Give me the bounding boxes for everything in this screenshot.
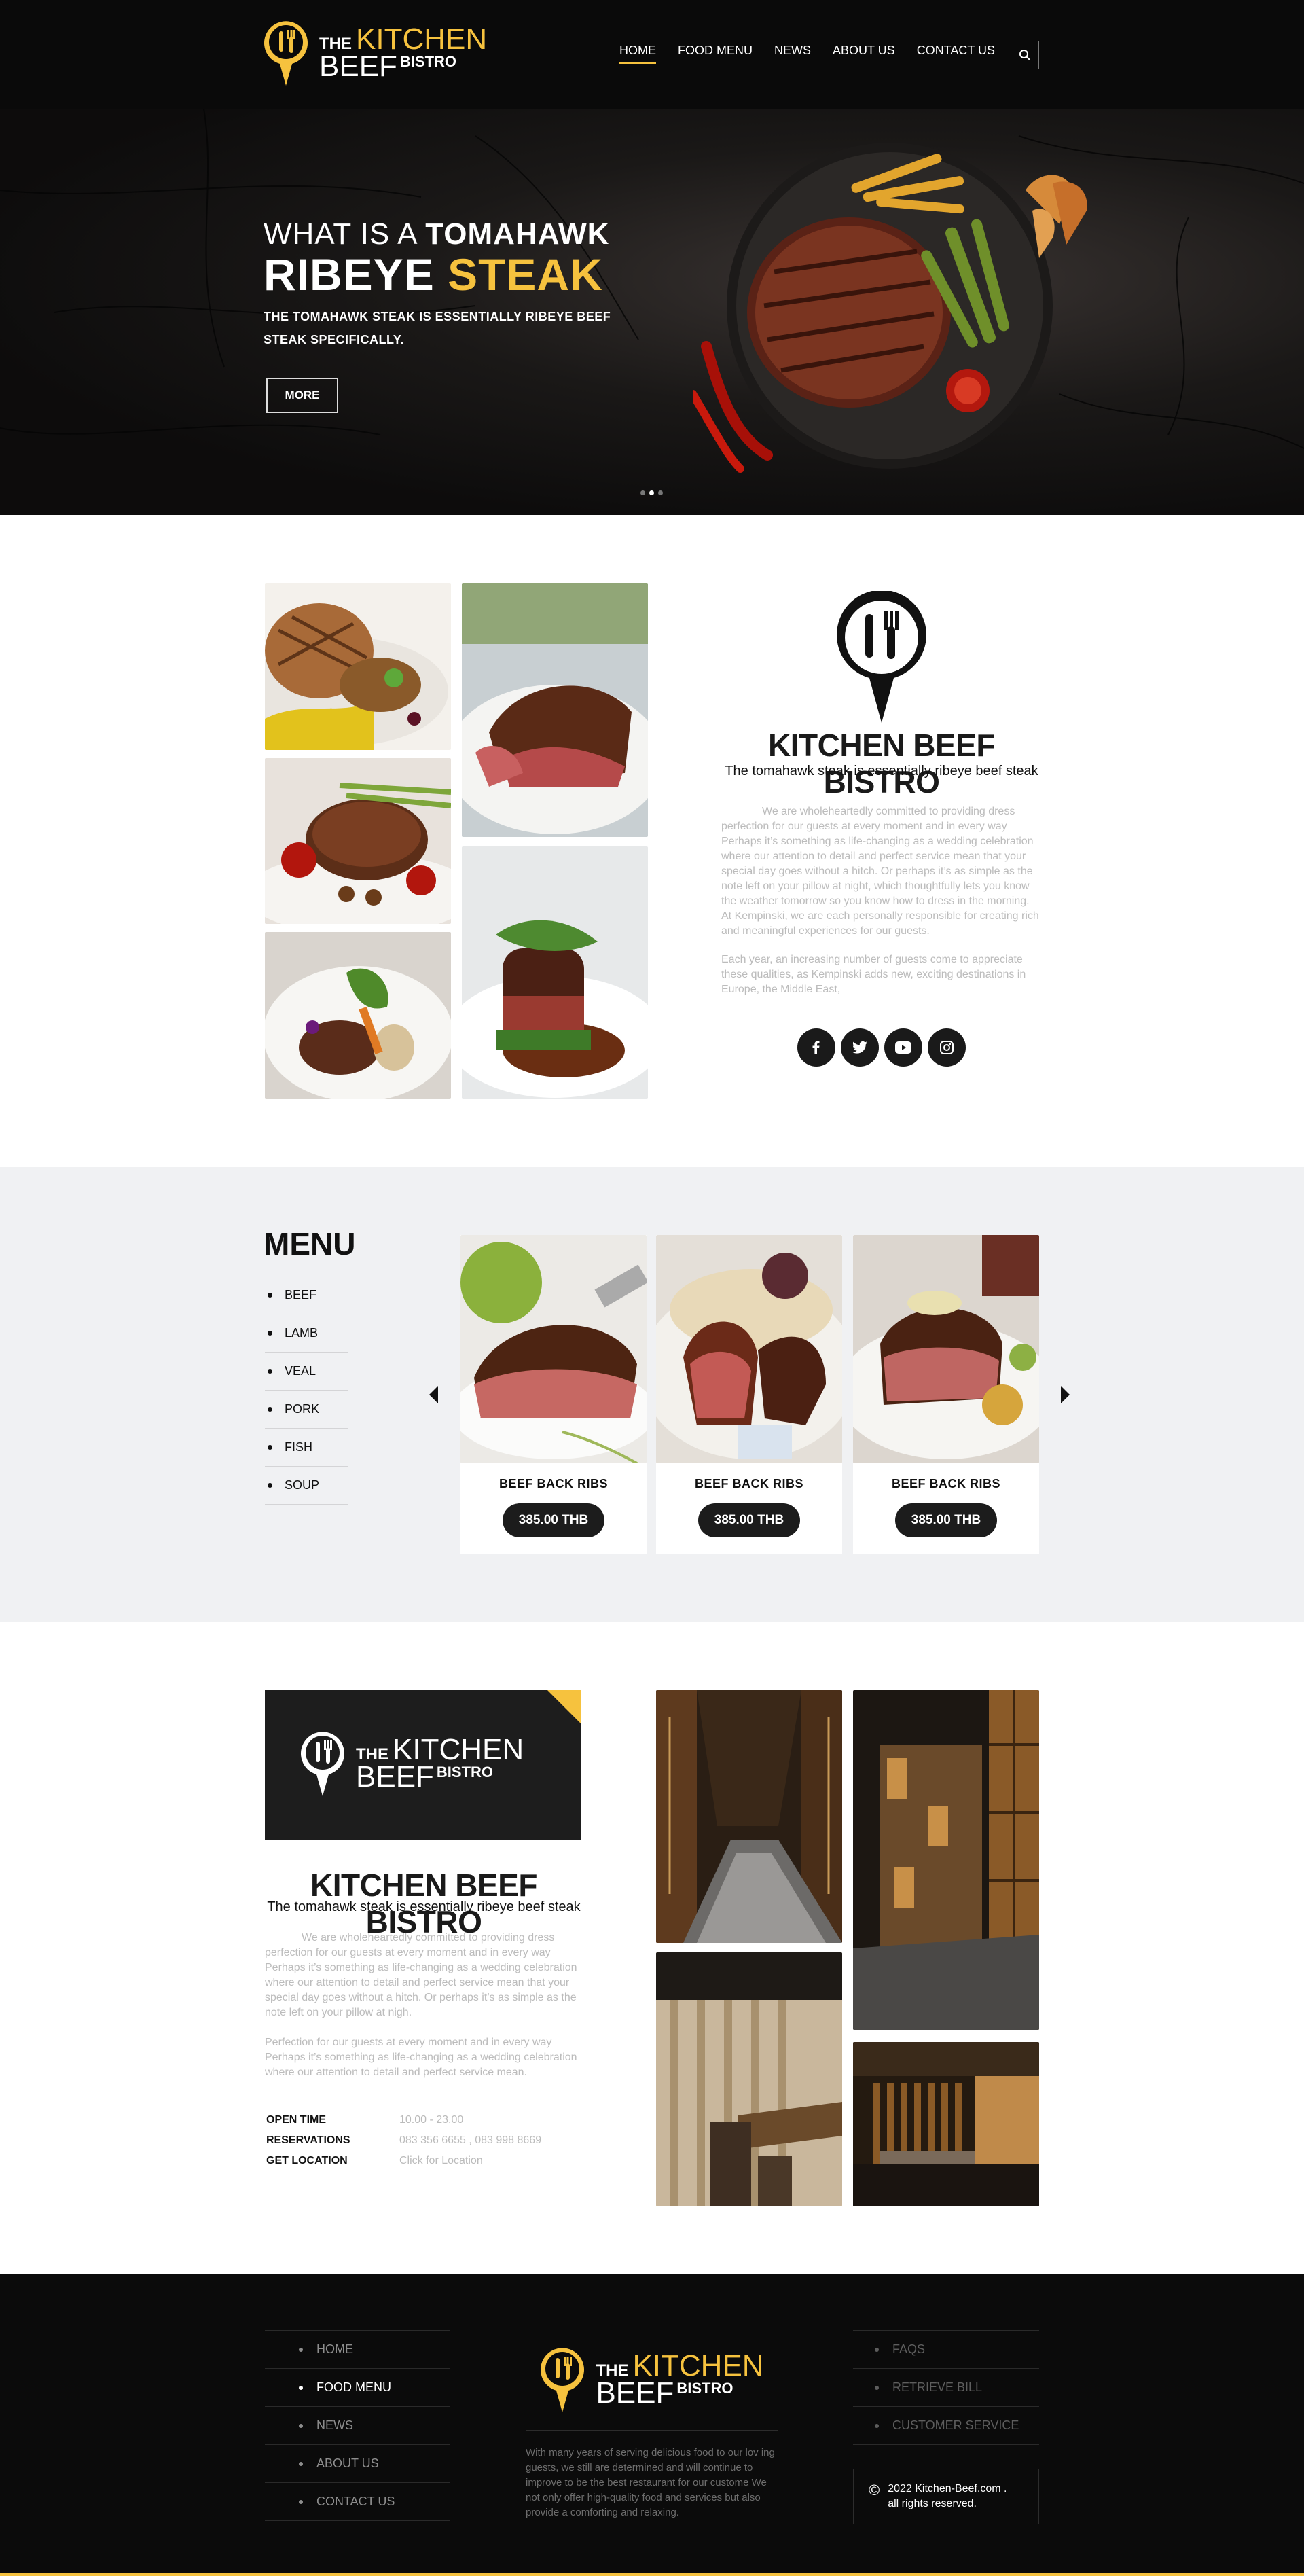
copyright-box: © 2022 Kitchen-Beef.com . all rights res… [853, 2469, 1039, 2524]
menu-section [0, 1167, 1304, 1622]
brand-bistro: BISTRO [399, 53, 457, 70]
menu-item-photo [853, 1235, 1039, 1463]
footer-logo-box: THE KITCHEN BEEF BISTRO [526, 2329, 778, 2431]
menu-categories: BEEF LAMB VEAL PORK FISH SOUP [265, 1276, 348, 1505]
main-nav: HOME FOOD MENU NEWS ABOUT US CONTACT US [619, 43, 1017, 64]
info-subtitle: The tomahawk steak is essentially ribeye… [267, 1899, 581, 1914]
footer-help-links: FAQS RETRIEVE BILL CUSTOMER SERVICE [853, 2330, 1039, 2445]
about-paragraph-2: Each year, an increasing number of guest… [721, 954, 1026, 995]
open-time-row: OPEN TIME 10.00 - 23.00 [266, 2114, 464, 2126]
brand-card-logo: THE KITCHEN BEEF BISTRO [300, 1730, 524, 1797]
nav-news[interactable]: NEWS [774, 43, 811, 64]
menu-title: MENU [264, 1226, 356, 1262]
copyright-icon: © [869, 2482, 880, 2499]
interior-photo-2 [656, 1952, 842, 2206]
dish-photo-1 [265, 583, 451, 750]
footer-link-retrieve-bill[interactable]: RETRIEVE BILL [853, 2368, 1039, 2406]
nav-food-menu[interactable]: FOOD MENU [678, 43, 753, 64]
twitter-icon[interactable] [841, 1028, 879, 1067]
reservations-row: RESERVATIONS 083 356 6655 , 083 998 8669 [266, 2134, 542, 2146]
about-paragraph-1: We are wholeheartedly committed to provi… [721, 806, 1039, 937]
hero-description: THE TOMAHAWK STEAK IS ESSENTIALLY RIBEYE… [264, 310, 611, 347]
footer-link-food-menu[interactable]: FOOD MENU [265, 2368, 450, 2406]
interior-photo-1 [656, 1690, 842, 1943]
prev-arrow-icon[interactable] [429, 1386, 438, 1403]
footer-about-text: With many years of serving delicious foo… [526, 2447, 775, 2518]
copyright-line-2: all rights reserved. [888, 2498, 977, 2509]
instagram-icon[interactable] [928, 1028, 966, 1067]
menu-item-price[interactable]: 385.00 THB [698, 1503, 800, 1537]
footer-nav: HOME FOOD MENU NEWS ABOUT US CONTACT US [265, 2330, 450, 2521]
footer-link-news[interactable]: NEWS [265, 2406, 450, 2444]
hero-heading-line2: RIBEYE STEAK [264, 249, 603, 300]
dish-photo-3 [265, 932, 451, 1099]
pin-logo-icon [835, 590, 928, 728]
menu-card[interactable]: BEEF BACK RIBS 385.00 THB [460, 1235, 647, 1554]
footer-link-customer-service[interactable]: CUSTOMER SERVICE [853, 2406, 1039, 2444]
potato-wedges-image [1026, 175, 1087, 258]
footer-link-contact-us[interactable]: CONTACT US [265, 2482, 450, 2520]
about-subtitle: The tomahawk steak is essentially ribeye… [725, 764, 1038, 779]
category-soup[interactable]: SOUP [265, 1466, 348, 1504]
wood-texture [0, 109, 1304, 449]
footer-link-faqs[interactable]: FAQS [853, 2330, 1039, 2368]
dish-photo-5 [462, 846, 648, 1099]
copyright-line-1: 2022 Kitchen-Beef.com . [888, 2483, 1007, 2494]
category-beef[interactable]: BEEF [265, 1276, 348, 1314]
footer-link-about-us[interactable]: ABOUT US [265, 2444, 450, 2482]
hero-heading-line1: WHAT IS A TOMAHAWK [264, 217, 610, 251]
info-paragraph-2: Perfection for our guests at every momen… [265, 2037, 577, 2078]
search-icon [1019, 50, 1030, 60]
menu-item-price[interactable]: 385.00 THB [503, 1503, 604, 1537]
fork-knife-pin-icon [540, 2346, 585, 2414]
info-paragraph-1: We are wholeheartedly committed to provi… [265, 1932, 577, 2018]
brand-logo[interactable]: THE KITCHEN BEEF BISTRO [264, 19, 487, 87]
nav-home[interactable]: HOME [619, 43, 656, 64]
category-lamb[interactable]: LAMB [265, 1314, 348, 1352]
slide-dot[interactable] [640, 490, 645, 495]
brand-card: THE KITCHEN BEEF BISTRO [265, 1690, 581, 1840]
slider-dots [640, 490, 663, 495]
interior-photo-3 [853, 1690, 1039, 2030]
info-details: OPEN TIME 10.00 - 23.00 RESERVATIONS 083 3… [266, 2110, 541, 2171]
footer-accent-bar [0, 2573, 1304, 2576]
location-row: GET LOCATION Click for Location [266, 2155, 483, 2167]
next-arrow-icon[interactable] [1061, 1386, 1070, 1403]
fork-knife-pin-icon [264, 19, 308, 87]
more-button[interactable]: MORE [266, 378, 338, 413]
menu-item-photo [460, 1235, 647, 1463]
fork-knife-pin-icon [300, 1730, 345, 1797]
slide-dot[interactable] [658, 490, 663, 495]
dish-photo-4 [462, 583, 648, 837]
location-link[interactable]: Click for Location [399, 2155, 483, 2167]
dish-photo-2 [265, 758, 451, 924]
footer-link-home[interactable]: HOME [265, 2330, 450, 2368]
facebook-icon[interactable] [797, 1028, 835, 1067]
menu-item-photo [656, 1235, 842, 1463]
nav-contact-us[interactable]: CONTACT US [917, 43, 995, 64]
menu-item-name: BEEF BACK RIBS [694, 1477, 803, 1490]
brand-beef: BEEF [319, 50, 397, 83]
menu-item-name: BEEF BACK RIBS [499, 1477, 608, 1490]
menu-item-name: BEEF BACK RIBS [891, 1477, 1000, 1490]
nav-about-us[interactable]: ABOUT US [833, 43, 895, 64]
category-pork[interactable]: PORK [265, 1390, 348, 1428]
category-fish[interactable]: FISH [265, 1428, 348, 1466]
category-veal[interactable]: VEAL [265, 1352, 348, 1390]
menu-item-price[interactable]: 385.00 THB [895, 1503, 997, 1537]
hero-banner: WHAT IS A TOMAHAWK RIBEYE STEAK THE TOMA… [0, 109, 1304, 515]
search-button[interactable] [1011, 41, 1039, 69]
menu-card[interactable]: BEEF BACK RIBS 385.00 THB [656, 1235, 842, 1554]
youtube-icon[interactable] [884, 1028, 922, 1067]
slide-dot-active[interactable] [649, 490, 654, 495]
social-links [797, 1028, 966, 1067]
footer-brand-logo[interactable]: THE KITCHEN BEEF BISTRO [540, 2346, 764, 2414]
site-header: THE KITCHEN BEEF BISTRO HOME FOOD MENU NEW… [0, 0, 1304, 109]
menu-card[interactable]: BEEF BACK RIBS 385.00 THB [853, 1235, 1039, 1554]
interior-photo-4 [853, 2042, 1039, 2206]
